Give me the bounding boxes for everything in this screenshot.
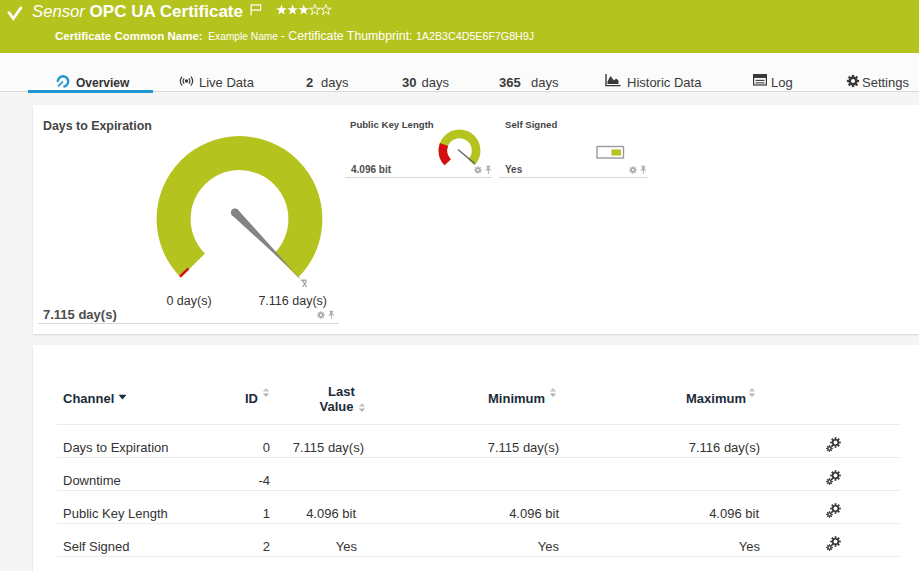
svg-text:x: x — [302, 277, 308, 289]
